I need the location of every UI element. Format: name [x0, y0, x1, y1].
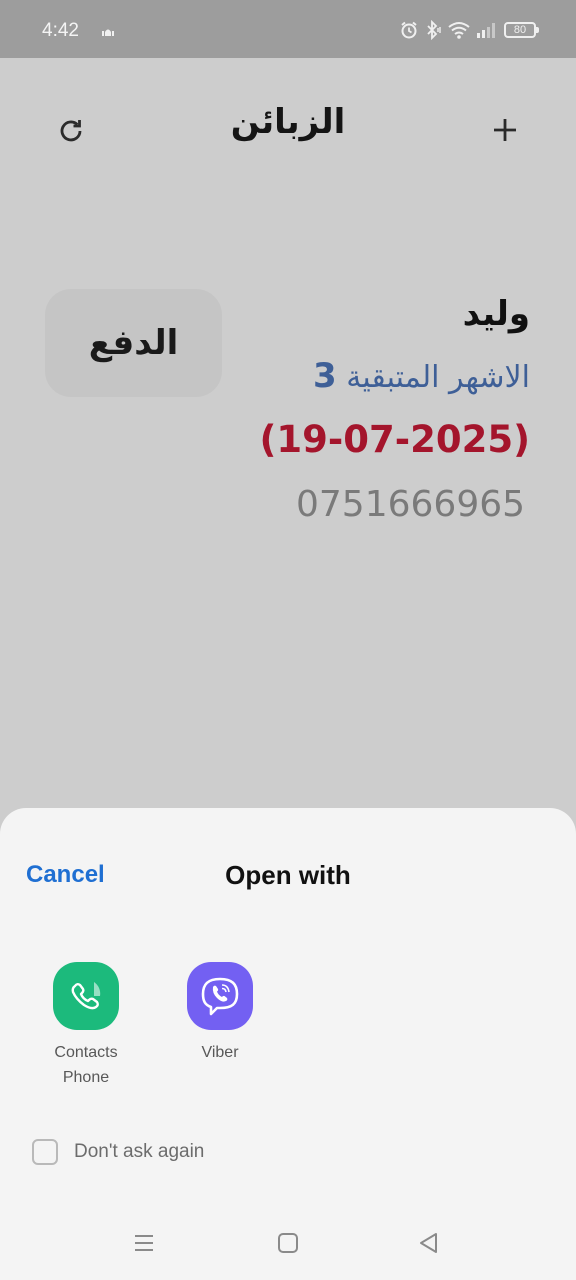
mosque-icon: [102, 29, 114, 36]
pay-button[interactable]: الدفع: [45, 289, 222, 397]
phone-glyph: [71, 982, 101, 1010]
alarm-icon: [401, 21, 417, 39]
signal-icon: [477, 23, 495, 38]
due-date: (19-07-2025): [259, 418, 531, 461]
app-label-line-1: Contacts: [54, 1044, 118, 1061]
app-label-contacts-phone: Contacts Phone: [31, 1040, 141, 1090]
viber-glyph: [201, 977, 239, 1016]
bluetooth-icon: [427, 20, 441, 40]
sheet-title: Open with: [225, 860, 351, 890]
status-time: 4:42: [42, 20, 79, 41]
dont-ask-again-row[interactable]: Don't ask again: [32, 1139, 204, 1165]
home-icon[interactable]: [273, 1228, 303, 1258]
battery-icon: 80: [504, 22, 539, 38]
open-with-sheet: Cancel Open with Contacts Phone Viber Do…: [0, 808, 576, 1280]
status-icons: 80: [400, 20, 539, 40]
app-label-line-2: Phone: [62, 1069, 110, 1086]
refresh-icon[interactable]: [55, 115, 87, 147]
page-title: الزبائن: [230, 102, 346, 142]
cancel-button[interactable]: Cancel: [26, 861, 105, 889]
menu-icon[interactable]: [129, 1228, 159, 1258]
months-remaining-label: الاشهر المتبقية: [346, 360, 530, 395]
wifi-icon: [448, 22, 470, 39]
viber-icon[interactable]: [187, 962, 253, 1030]
status-bar: 4:42 80: [0, 0, 576, 58]
dont-ask-again-label: Don't ask again: [74, 1141, 205, 1162]
back-icon[interactable]: [414, 1228, 444, 1258]
app-label-viber: Viber: [201, 1044, 239, 1061]
plus-icon[interactable]: [488, 113, 522, 147]
dont-ask-again-checkbox[interactable]: [32, 1139, 58, 1165]
phone-number[interactable]: 0751666965: [296, 484, 525, 525]
phone-icon[interactable]: [53, 962, 119, 1030]
months-remaining: الاشهر المتبقية 3: [313, 356, 530, 396]
navigation-bar: [0, 1206, 576, 1280]
months-remaining-value: 3: [313, 356, 337, 396]
customer-name: وليد: [462, 294, 530, 334]
app-option-viber[interactable]: Viber: [165, 962, 275, 1065]
app-option-contacts-phone[interactable]: Contacts Phone: [31, 962, 141, 1090]
